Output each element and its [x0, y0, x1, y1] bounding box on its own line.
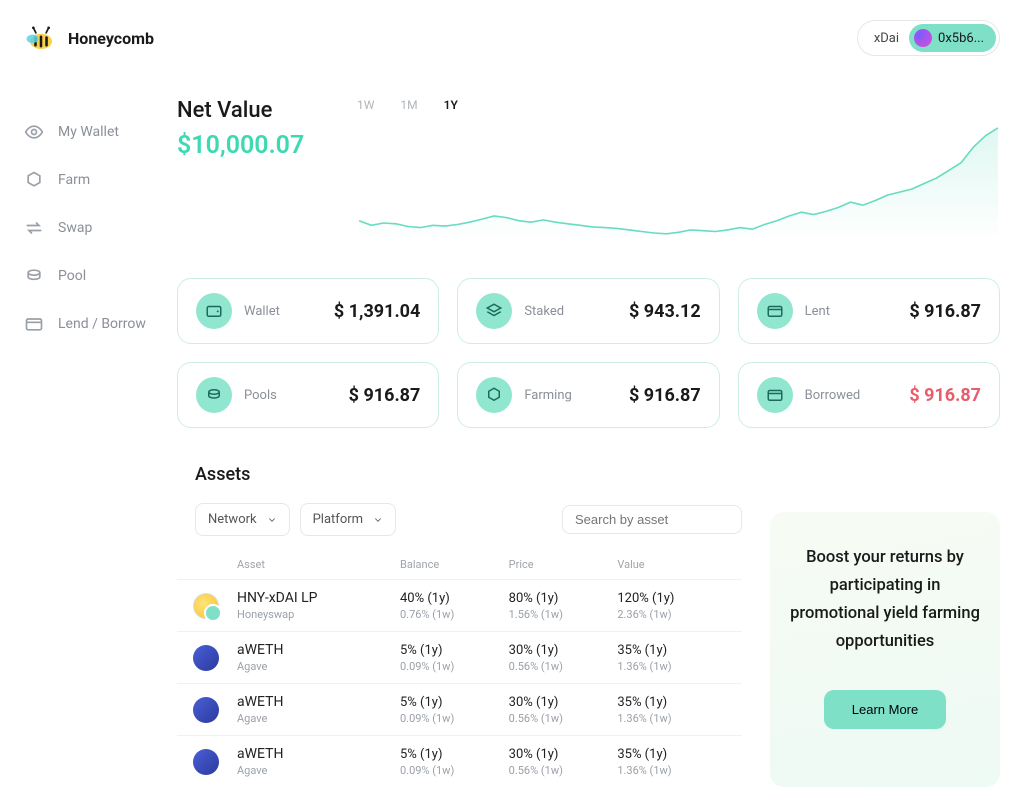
- stat-card-lent[interactable]: Lent $ 916.87: [738, 278, 1000, 344]
- table-row[interactable]: aWETH Agave 5% (1y) 0.09% (1w) 30% (1y) …: [177, 631, 742, 683]
- period-tab-1m[interactable]: 1M: [400, 98, 417, 112]
- sidebar-item-label: Swap: [58, 220, 92, 236]
- period-tab-1w[interactable]: 1W: [357, 98, 374, 112]
- sidebar-item-lend-borrow[interactable]: Lend / Borrow: [24, 300, 165, 348]
- asset-platform: Agave: [237, 712, 400, 725]
- asset-platform: Agave: [237, 764, 400, 777]
- card-icon: [757, 377, 793, 413]
- promo-cta-button[interactable]: Learn More: [824, 690, 946, 729]
- asset-search-input[interactable]: [575, 512, 751, 527]
- table-row[interactable]: HNY-xDAI LP Honeyswap 40% (1y) 0.76% (1w…: [177, 579, 742, 631]
- stat-card-pools[interactable]: Pools $ 916.87: [177, 362, 439, 428]
- netvalue-label: Net Value: [177, 98, 337, 123]
- swap-icon: [24, 218, 44, 238]
- card-icon: [757, 293, 793, 329]
- coins-icon: [24, 266, 44, 286]
- asset-search[interactable]: [562, 505, 742, 534]
- period-tab-1y[interactable]: 1Y: [444, 98, 458, 112]
- stat-value: $ 1,391.04: [334, 301, 420, 322]
- asset-name: aWETH: [237, 746, 400, 762]
- network-name: xDai: [874, 31, 909, 46]
- asset-icon: [193, 697, 219, 723]
- stat-label: Lent: [805, 304, 898, 319]
- stat-card-borrowed[interactable]: Borrowed $ 916.87: [738, 362, 1000, 428]
- stat-card-farming[interactable]: Farming $ 916.87: [457, 362, 719, 428]
- table-row[interactable]: aWETH Agave 5% (1y) 0.09% (1w) 30% (1y) …: [177, 735, 742, 787]
- hex-icon: [476, 377, 512, 413]
- wallet-address: 0x5b6...: [938, 31, 984, 46]
- asset-icon: [193, 749, 219, 775]
- stat-label: Wallet: [244, 304, 322, 319]
- avatar: [914, 29, 932, 47]
- coins-icon: [196, 377, 232, 413]
- sidebar-item-label: Pool: [58, 268, 86, 284]
- asset-name: HNY-xDAI LP: [237, 590, 400, 606]
- logo[interactable]: Honeycomb: [24, 24, 154, 52]
- netvalue-amount: $10,000.07: [177, 131, 337, 160]
- stat-value: $ 916.87: [629, 385, 701, 406]
- table-row[interactable]: aWETH Agave 5% (1y) 0.09% (1w) 30% (1y) …: [177, 683, 742, 735]
- stat-card-wallet[interactable]: Wallet $ 1,391.04: [177, 278, 439, 344]
- promo-text: Boost your returns by participating in p…: [790, 544, 980, 656]
- asset-icon: [193, 593, 219, 619]
- wallet-icon: [196, 293, 232, 329]
- sidebar-item-swap[interactable]: Swap: [24, 204, 165, 252]
- layers-icon: [476, 293, 512, 329]
- sidebar-item-label: My Wallet: [58, 124, 119, 140]
- stat-label: Borrowed: [805, 388, 898, 403]
- sidebar-item-label: Lend / Borrow: [58, 316, 146, 332]
- asset-platform: Agave: [237, 660, 400, 673]
- network-filter[interactable]: Network: [195, 503, 290, 536]
- period-tabs: 1W 1M 1Y: [357, 98, 1000, 112]
- bee-icon: [24, 24, 58, 52]
- asset-platform: Honeyswap: [237, 608, 400, 621]
- card-icon: [24, 314, 44, 334]
- asset-icon: [193, 645, 219, 671]
- promo-card: Boost your returns by participating in p…: [770, 512, 1000, 787]
- stat-value: $ 943.12: [629, 301, 701, 322]
- stat-label: Pools: [244, 388, 337, 403]
- sidebar-item-farm[interactable]: Farm: [24, 156, 165, 204]
- netvalue-chart: [357, 122, 1000, 242]
- eye-icon: [24, 122, 44, 142]
- assets-title: Assets: [195, 464, 742, 485]
- stat-value: $ 916.87: [909, 385, 981, 406]
- wallet-switcher[interactable]: xDai 0x5b6...: [857, 20, 1000, 56]
- stat-card-staked[interactable]: Staked $ 943.12: [457, 278, 719, 344]
- sidebar-item-label: Farm: [58, 172, 90, 188]
- asset-name: aWETH: [237, 694, 400, 710]
- chevron-down-icon: [267, 515, 277, 525]
- stat-label: Farming: [524, 388, 617, 403]
- stat-label: Staked: [524, 304, 617, 319]
- platform-filter[interactable]: Platform: [300, 503, 396, 536]
- sidebar-item-my-wallet[interactable]: My Wallet: [24, 108, 165, 156]
- sidebar-item-pool[interactable]: Pool: [24, 252, 165, 300]
- assets-header: Asset Balance Price Value: [177, 550, 742, 579]
- stat-value: $ 916.87: [909, 301, 981, 322]
- brand-name: Honeycomb: [68, 29, 154, 48]
- stat-value: $ 916.87: [349, 385, 421, 406]
- hex-icon: [24, 170, 44, 190]
- asset-name: aWETH: [237, 642, 400, 658]
- chevron-down-icon: [373, 515, 383, 525]
